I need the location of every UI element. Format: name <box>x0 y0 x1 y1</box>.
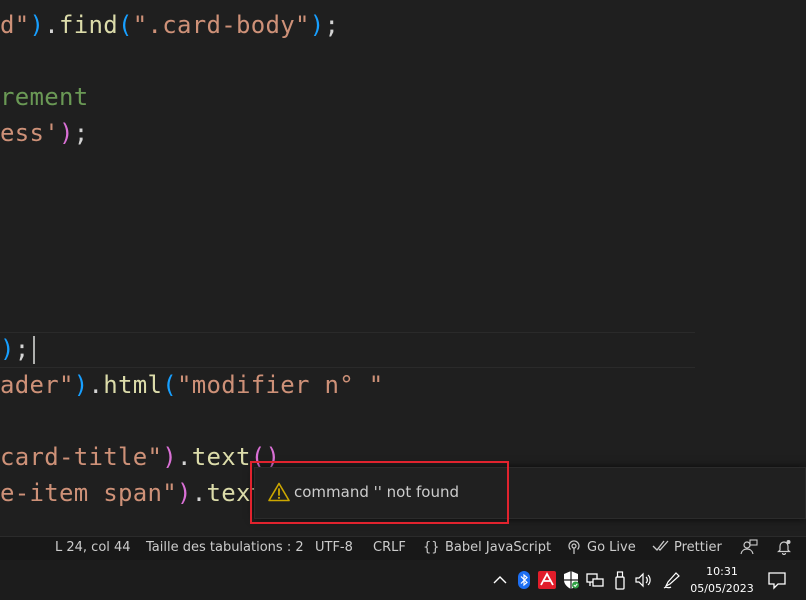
code-token: d" <box>0 11 30 39</box>
code-token: ) <box>29 11 45 39</box>
current-line-highlight <box>0 332 695 368</box>
code-token: ) <box>309 11 325 39</box>
double-check-icon <box>652 539 670 557</box>
notification-center-icon[interactable] <box>767 570 787 590</box>
eol-indicator[interactable]: CRLF <box>373 540 406 555</box>
code-line[interactable]: ); <box>0 332 35 366</box>
code-token: ; <box>73 119 89 147</box>
code-token: ".card-body" <box>132 11 310 39</box>
code-token: rement <box>0 83 89 111</box>
code-editor[interactable]: d").find(".card-body"); rement ess'); );… <box>0 0 806 536</box>
code-token: ) <box>162 443 177 471</box>
code-token: "modifier n° " <box>177 371 384 399</box>
system-clock[interactable]: 10:31 05/05/2023 <box>686 563 758 597</box>
tab-size-indicator[interactable]: Taille des tabulations : 2 <box>146 540 304 555</box>
code-line[interactable]: e-item span").text <box>0 476 266 510</box>
code-token: ) <box>177 479 192 507</box>
language-mode[interactable]: Babel JavaScript <box>445 540 551 555</box>
network-icon[interactable] <box>585 570 605 590</box>
broadcast-icon <box>566 539 582 559</box>
code-token: card-title" <box>0 443 163 471</box>
code-token: ( <box>118 11 133 39</box>
code-token: ) <box>0 335 15 363</box>
code-token: ; <box>14 335 30 363</box>
show-hidden-icons-chevron-up-icon[interactable] <box>490 570 510 590</box>
speaker-volume-icon[interactable] <box>633 570 653 590</box>
code-token: ess' <box>0 119 59 147</box>
code-token: . <box>177 443 192 471</box>
notifications-bell-icon[interactable] <box>776 539 792 559</box>
antivirus-icon[interactable] <box>537 570 557 590</box>
code-token: html <box>103 371 163 399</box>
code-line[interactable]: ader").html("modifier n° " <box>0 368 384 402</box>
code-token: ( <box>162 371 177 399</box>
code-token: . <box>191 479 207 507</box>
prettier-button[interactable]: Prettier <box>674 540 722 555</box>
windows-security-shield-icon[interactable] <box>561 570 581 590</box>
language-mode-icon: {} <box>423 540 440 555</box>
code-line[interactable]: d").find(".card-body"); <box>0 8 339 42</box>
code-token: ader" <box>0 371 74 399</box>
clock-date: 05/05/2023 <box>690 582 754 595</box>
bluetooth-icon[interactable] <box>514 570 534 590</box>
code-token: e-item span" <box>0 479 177 507</box>
encoding-indicator[interactable]: UTF-8 <box>315 540 353 555</box>
code-token: text <box>191 443 251 471</box>
windows-taskbar: 10:31 05/05/2023 <box>0 560 806 600</box>
code-token: ; <box>324 11 340 39</box>
code-line[interactable]: rement <box>0 80 89 114</box>
clock-time: 10:31 <box>706 565 738 578</box>
annotation-highlight-box <box>250 461 509 524</box>
code-line[interactable]: card-title").text() <box>0 440 280 474</box>
code-token: . <box>88 371 104 399</box>
cursor-position[interactable]: L 24, col 44 <box>55 540 131 555</box>
status-bar: L 24, col 44 Taille des tabulations : 2 … <box>0 536 806 560</box>
code-token: ) <box>59 119 74 147</box>
pen-menu-icon[interactable] <box>662 570 682 590</box>
code-token: find <box>59 11 118 39</box>
code-token: . <box>44 11 59 39</box>
usb-drive-icon[interactable] <box>610 570 630 590</box>
text-caret <box>32 336 35 364</box>
go-live-button[interactable]: Go Live <box>587 540 636 555</box>
accounts-feedback-icon[interactable] <box>740 539 758 559</box>
code-token: ) <box>73 371 89 399</box>
code-line[interactable]: ess'); <box>0 116 89 150</box>
